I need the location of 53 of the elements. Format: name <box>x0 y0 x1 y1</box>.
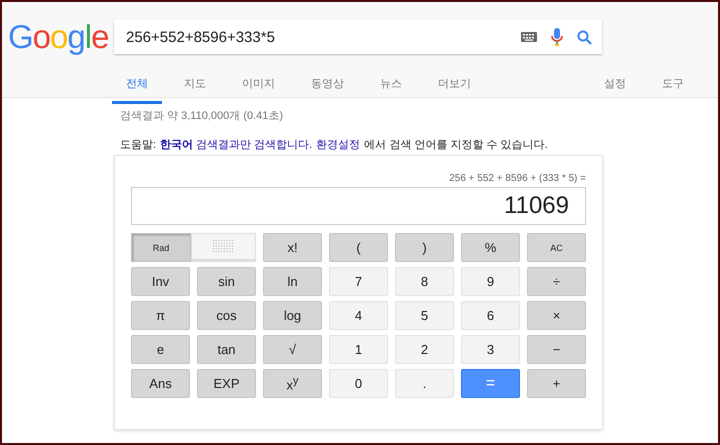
tab[interactable]: 이미지 <box>228 72 289 104</box>
result-count: 검색결과 약 3,110,000개 (0.41초) <box>120 109 284 124</box>
tab[interactable]: 더보기 <box>424 72 485 104</box>
digit-key[interactable]: 9 <box>461 267 520 296</box>
function-key[interactable]: Ans <box>131 369 190 398</box>
function-key[interactable]: sin <box>197 267 256 296</box>
search-icon[interactable] <box>577 30 592 44</box>
digit-key[interactable]: 0 <box>329 369 388 398</box>
function-key[interactable]: ) <box>395 233 454 262</box>
digit-key[interactable]: 3 <box>461 335 520 364</box>
expression-text: 256 + 552 + 8596 + (333 * 5) = <box>448 172 586 186</box>
function-key[interactable]: √ <box>263 335 322 364</box>
function-key[interactable]: × <box>527 301 586 330</box>
link[interactable]: 환경설정 <box>316 139 360 151</box>
microphone-icon[interactable] <box>551 28 563 46</box>
search-field[interactable]: 256+552+8596+333*5 <box>114 20 602 54</box>
digit-key[interactable]: 8 <box>395 267 454 296</box>
rad-button[interactable]: Rad <box>131 233 191 262</box>
function-key[interactable]: Inv <box>131 267 190 296</box>
dots-icon <box>213 240 234 253</box>
digit-key[interactable]: 4 <box>329 301 388 330</box>
function-key[interactable]: log <box>263 301 322 330</box>
function-key[interactable]: % <box>461 233 520 262</box>
function-key[interactable]: AC <box>527 233 586 262</box>
link[interactable]: 한국어 검색결과만 검색합니다. <box>160 139 312 151</box>
function-key[interactable]: ln <box>263 267 322 296</box>
tab[interactable]: 뉴스 <box>366 72 416 104</box>
function-key[interactable]: − <box>527 335 586 364</box>
function-key[interactable]: x! <box>263 233 322 262</box>
digit-key[interactable]: . <box>395 369 454 398</box>
help-text: 도움말: 한국어 검색결과만 검색합니다. 환경설정 에서 검색 언어를 지정할 수 있습니다. <box>120 138 549 151</box>
function-key[interactable]: ( <box>329 233 388 262</box>
function-key[interactable]: x$^{y}$ <box>263 369 322 398</box>
result-display: 11069 <box>131 187 586 225</box>
tab[interactable]: 지도 <box>170 72 220 104</box>
tab[interactable]: 설정 <box>590 72 640 104</box>
digit-key[interactable]: 7 <box>329 267 388 296</box>
tab[interactable]: 동영상 <box>297 72 358 104</box>
digit-key[interactable]: 2 <box>395 335 454 364</box>
digit-key[interactable]: 1 <box>329 335 388 364</box>
function-key[interactable]: cos <box>197 301 256 330</box>
digit-key[interactable]: 5 <box>395 301 454 330</box>
google-logo[interactable]: Google <box>8 18 108 56</box>
function-key[interactable]: ÷ <box>527 267 586 296</box>
tab[interactable]: 도구 <box>648 72 698 104</box>
tab[interactable]: 전체 <box>112 72 162 104</box>
function-key[interactable]: + <box>527 369 586 398</box>
function-key[interactable]: EXP <box>197 369 256 398</box>
function-key[interactable]: π <box>131 301 190 330</box>
function-key[interactable]: e <box>131 335 190 364</box>
function-key[interactable]: tan <box>197 335 256 364</box>
digit-key[interactable]: 6 <box>461 301 520 330</box>
keyboard-icon[interactable] <box>521 32 537 42</box>
